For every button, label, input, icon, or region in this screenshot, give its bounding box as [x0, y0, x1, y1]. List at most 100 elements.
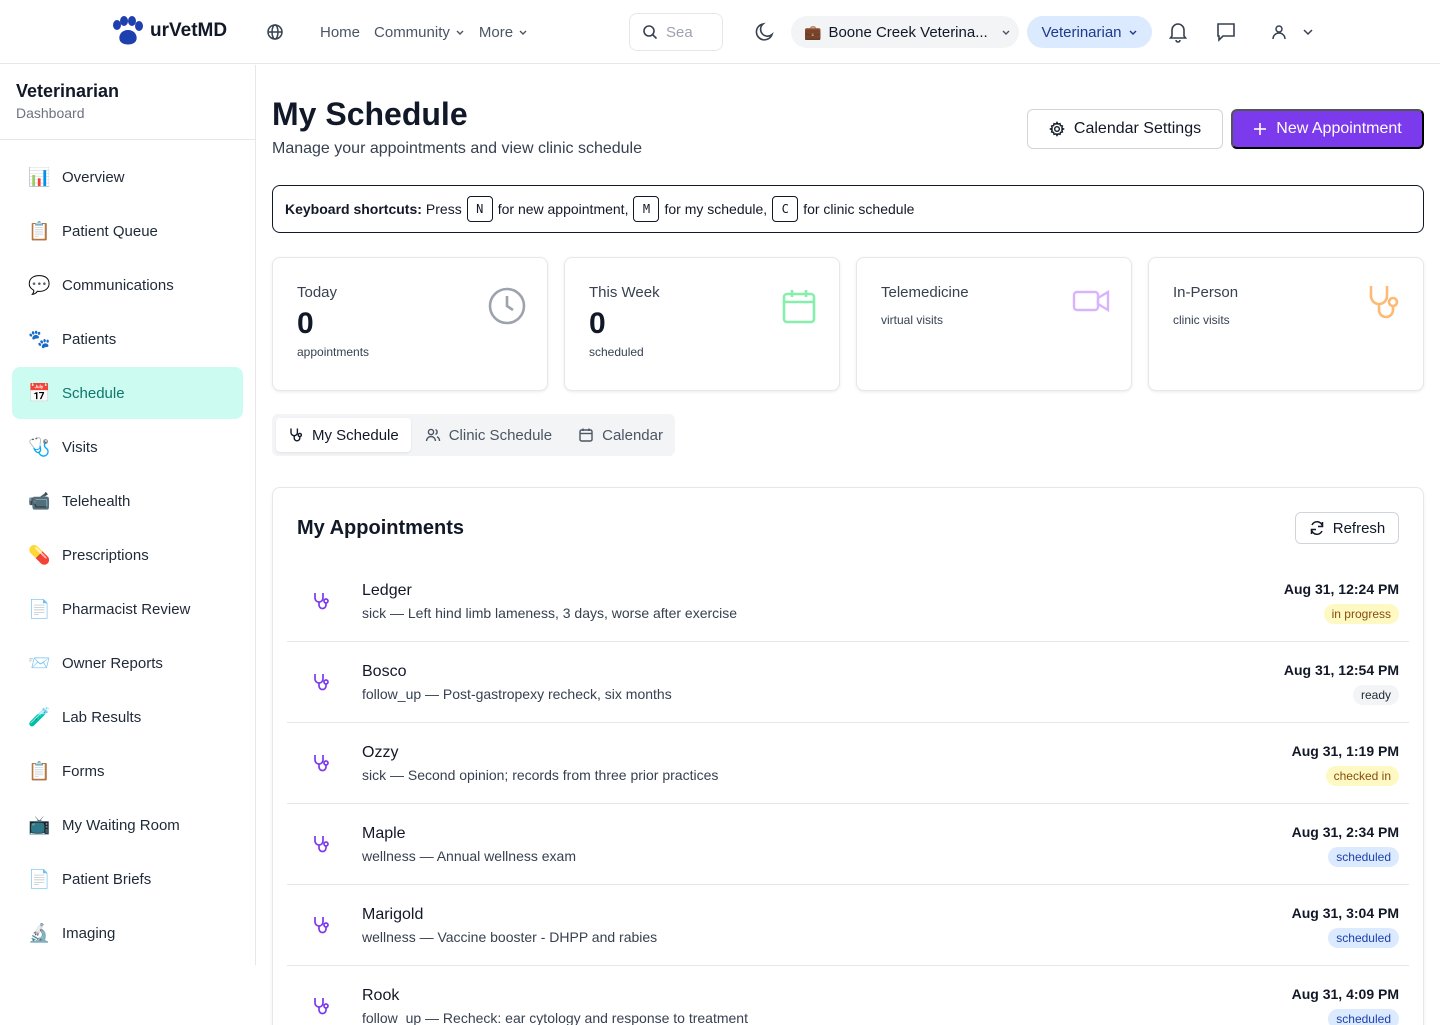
sidebar-item-my-waiting-room[interactable]: 📺 My Waiting Room: [12, 799, 243, 851]
top-navigation-bar: urVetMD Home Community More 💼 Boone Cree…: [0, 0, 1440, 64]
television-icon: 📺: [28, 814, 51, 836]
sidebar-item-pharmacist-review[interactable]: 📄 Pharmacist Review: [12, 583, 243, 635]
shortcuts-press: Press: [425, 201, 462, 217]
status-badge: scheduled: [1328, 928, 1399, 948]
patient-name: Maple: [362, 825, 406, 842]
sidebar-item-lab-results[interactable]: 🧪 Lab Results: [12, 691, 243, 743]
sidebar-item-owner-reports[interactable]: 📨 Owner Reports: [12, 637, 243, 689]
sidebar-item-forms[interactable]: 📋 Forms: [12, 745, 243, 797]
nav-more[interactable]: More: [479, 24, 528, 41]
calendar-icon: 📅: [28, 382, 51, 404]
appointment-time: Aug 31, 2:34 PM: [1291, 824, 1399, 840]
sidebar-item-label: Overview: [62, 168, 125, 186]
schedule-tabs: My Schedule Clinic Schedule Calendar: [272, 414, 675, 456]
paw-logo-icon: [113, 16, 143, 45]
sidebar-item-communications[interactable]: 💬 Communications: [12, 259, 243, 311]
message-icon[interactable]: [1215, 21, 1237, 43]
sidebar-item-visits[interactable]: 🩺 Visits: [12, 421, 243, 473]
sidebar-item-imaging[interactable]: 🔬 Imaging: [12, 907, 243, 959]
gear-icon: [1049, 121, 1065, 137]
sidebar-item-label: Forms: [62, 762, 105, 780]
shortcut-text: for new appointment,: [497, 201, 629, 217]
my-appointments-panel: My Appointments Refresh Ledger sick — Lef…: [272, 487, 1424, 1025]
role-selector[interactable]: Veterinarian: [1027, 16, 1152, 48]
refresh-label: Refresh: [1332, 519, 1386, 537]
appointment-reason: sick — Second opinion; records from thre…: [362, 767, 719, 783]
sidebar-item-label: Lab Results: [62, 708, 142, 726]
calendar-icon: [579, 428, 593, 442]
briefcase-icon: 💼: [804, 23, 822, 40]
sidebar-item-patient-queue[interactable]: 📋 Patient Queue: [12, 205, 243, 257]
stat-unit: scheduled: [589, 345, 644, 359]
microscope-icon: 🔬: [28, 922, 51, 944]
bell-icon[interactable]: [1168, 21, 1188, 43]
calendar-icon: [782, 290, 816, 324]
globe-icon[interactable]: [265, 22, 285, 42]
user-icon: [1272, 25, 1286, 40]
pill-icon: 💊: [28, 544, 51, 566]
calendar-settings-button[interactable]: Calendar Settings: [1027, 109, 1223, 149]
role-name: Veterinarian: [1041, 23, 1122, 41]
document-icon: 📄: [28, 868, 51, 890]
appointment-reason: sick — Left hind limb lameness, 3 days, …: [362, 605, 738, 621]
nav-community[interactable]: Community: [374, 24, 465, 41]
tab-clinic-schedule[interactable]: Clinic Schedule: [413, 418, 564, 452]
appointment-time: Aug 31, 3:04 PM: [1291, 905, 1399, 921]
sidebar-item-label: Patient Briefs: [62, 870, 152, 888]
nav-home[interactable]: Home: [320, 24, 360, 41]
sidebar-item-schedule[interactable]: 📅 Schedule: [12, 367, 243, 419]
stethoscope-icon: 🩺: [28, 436, 51, 458]
status-badge: checked in: [1325, 766, 1399, 786]
tab-my-schedule[interactable]: My Schedule: [276, 418, 411, 452]
page-subtitle: Manage your appointments and view clinic…: [272, 140, 642, 157]
clinic-selector[interactable]: 💼 Boone Creek Veterina...: [791, 16, 1019, 48]
search-box[interactable]: [629, 13, 723, 51]
sidebar-item-label: My Waiting Room: [62, 816, 180, 834]
appointments-title: My Appointments: [297, 517, 465, 539]
new-appointment-label: New Appointment: [1276, 120, 1402, 137]
test-tube-icon: 🧪: [28, 706, 51, 728]
sidebar-item-prescriptions[interactable]: 💊 Prescriptions: [12, 529, 243, 581]
chevron-down-icon: [519, 30, 527, 35]
refresh-icon: [1310, 520, 1323, 536]
appointment-row[interactable]: Ozzy sick — Second opinion; records from …: [287, 723, 1409, 804]
new-appointment-button[interactable]: New Appointment: [1231, 109, 1424, 149]
appointment-row[interactable]: Maple wellness — Annual wellness exam Aug …: [287, 804, 1409, 885]
appointment-row[interactable]: Ledger sick — Left hind limb lameness, 3 …: [287, 561, 1409, 642]
shortcut-text: for clinic schedule: [803, 201, 915, 217]
sidebar-item-overview[interactable]: 📊 Overview: [12, 151, 243, 203]
appointment-row[interactable]: Marigold wellness — Vaccine booster - DHP…: [287, 885, 1409, 966]
user-menu[interactable]: [1270, 23, 1314, 41]
status-badge: scheduled: [1328, 1009, 1399, 1025]
sidebar-item-patient-briefs[interactable]: 📄 Patient Briefs: [12, 853, 243, 905]
app-name: urVetMD: [150, 20, 228, 41]
stethoscope-icon: [290, 428, 303, 442]
sidebar-item-patients[interactable]: 🐾 Patients: [12, 313, 243, 365]
clinic-name: Boone Creek Veterina...: [828, 23, 988, 41]
main-nav: Home Community More: [320, 0, 528, 64]
moon-icon[interactable]: [754, 21, 776, 43]
envelope-icon: 📨: [28, 652, 51, 674]
refresh-button[interactable]: Refresh: [1295, 512, 1399, 544]
app-logo[interactable]: urVetMD: [110, 16, 227, 46]
sidebar-subtitle: Dashboard: [16, 105, 85, 121]
appointment-row[interactable]: Rook follow_up — Recheck: ear cytology an…: [287, 966, 1409, 1025]
stat-unit: appointments: [297, 345, 370, 359]
stethoscope-icon: [314, 755, 329, 772]
clock-icon: [488, 287, 526, 325]
appointment-reason: wellness — Vaccine booster - DHPP and ra…: [362, 929, 658, 945]
users-icon: [425, 428, 440, 442]
stat-card-this-week: This Week 0 scheduled: [564, 257, 840, 391]
sidebar-item-label: Patients: [62, 330, 117, 348]
sidebar-item-telehealth[interactable]: 📹 Telehealth: [12, 475, 243, 527]
sidebar-menu: 📊 Overview 📋 Patient Queue 💬 Communications 🐾 P…: [0, 140, 255, 959]
shortcut-key: N: [466, 196, 493, 222]
tab-calendar[interactable]: Calendar: [566, 418, 675, 452]
bar-chart-icon: 📊: [28, 166, 51, 188]
shortcuts-lead: Keyboard shortcuts:: [285, 201, 422, 217]
plus-icon: [1254, 123, 1267, 135]
appointment-row[interactable]: Bosco follow_up — Post-gastropexy recheck…: [287, 642, 1409, 723]
sidebar-item-label: Pharmacist Review: [62, 600, 191, 618]
calendar-settings-label: Calendar Settings: [1073, 120, 1202, 137]
search-input[interactable]: [666, 23, 706, 41]
